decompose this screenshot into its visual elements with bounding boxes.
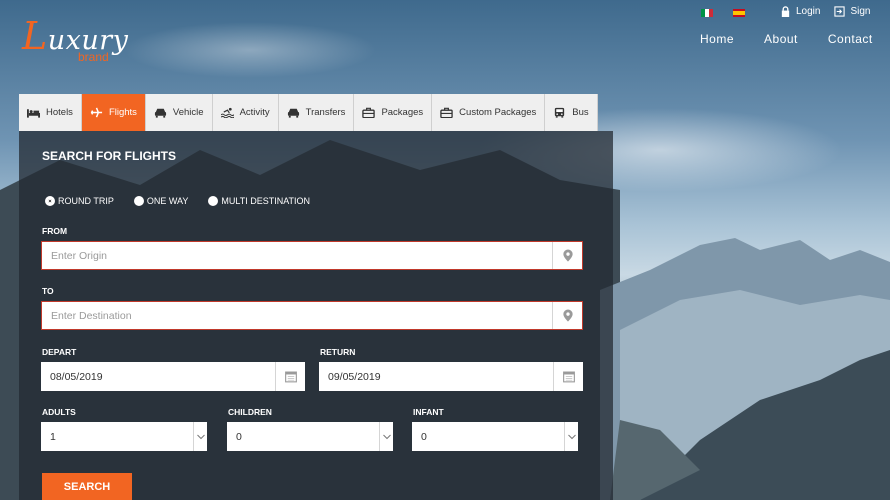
location-pin-icon bbox=[552, 302, 582, 329]
signup-link[interactable]: Sign bbox=[834, 6, 870, 17]
tab-label: Packages bbox=[381, 107, 424, 118]
swim-icon bbox=[220, 107, 234, 118]
children-label: CHILDREN bbox=[228, 407, 272, 417]
car-icon bbox=[287, 108, 299, 118]
tab-label: Hotels bbox=[46, 107, 73, 118]
language-selector bbox=[701, 9, 745, 17]
bed-icon bbox=[27, 109, 40, 118]
tab-label: Vehicle bbox=[172, 107, 204, 118]
suitcase-icon bbox=[362, 107, 376, 118]
chevron-down-icon bbox=[564, 422, 578, 451]
signup-label: Sign bbox=[850, 6, 871, 17]
origin-field[interactable]: Enter Origin bbox=[41, 241, 583, 270]
tab-packages[interactable]: Packages bbox=[354, 94, 433, 131]
tab-label: Flights bbox=[108, 107, 137, 118]
tab-label: Custom Packages bbox=[459, 107, 537, 118]
tab-bus[interactable]: Bus bbox=[545, 94, 598, 131]
return-date-input[interactable]: 09/05/2019 bbox=[319, 371, 553, 383]
italy-flag-icon[interactable] bbox=[701, 9, 713, 17]
children-select[interactable]: 0 bbox=[227, 422, 393, 451]
depart-date-input[interactable]: 08/05/2019 bbox=[41, 371, 275, 383]
infant-label: INFANT bbox=[413, 407, 444, 417]
calendar-icon[interactable] bbox=[553, 362, 583, 391]
login-link[interactable]: Login bbox=[780, 6, 820, 17]
tab-custom-packages[interactable]: Custom Packages bbox=[432, 94, 546, 131]
tab-transfers[interactable]: Transfers bbox=[278, 94, 355, 131]
tab-flights[interactable]: Flights bbox=[81, 94, 146, 131]
panel-title: SEARCH FOR FLIGHTS bbox=[42, 149, 176, 163]
origin-input[interactable]: Enter Origin bbox=[42, 250, 552, 262]
lock-icon bbox=[781, 6, 790, 17]
radio-one-way[interactable]: ONE WAY bbox=[133, 196, 189, 206]
return-label: RETURN bbox=[320, 347, 356, 357]
to-label: TO bbox=[42, 286, 54, 296]
tab-hotels[interactable]: Hotels bbox=[19, 94, 82, 131]
car-icon bbox=[154, 108, 166, 118]
calendar-icon[interactable] bbox=[275, 362, 305, 391]
search-tabs: Hotels Flights Vehicle Activity Transfer… bbox=[19, 94, 598, 131]
trip-type-group: ROUND TRIP ONE WAY MULTI DESTINATION bbox=[45, 196, 310, 206]
infant-value: 0 bbox=[421, 430, 427, 443]
radio-multi-destination[interactable]: MULTI DESTINATION bbox=[208, 196, 310, 206]
chevron-down-icon bbox=[379, 422, 393, 451]
tab-label: Bus bbox=[572, 107, 589, 118]
radio-label: ONE WAY bbox=[146, 196, 189, 206]
radio-label: MULTI DESTINATION bbox=[221, 196, 311, 206]
spain-flag-icon[interactable] bbox=[733, 9, 745, 17]
radio-label: ROUND TRIP bbox=[58, 196, 114, 206]
logo-subtitle: brand bbox=[78, 50, 109, 64]
depart-date-field[interactable]: 08/05/2019 bbox=[41, 362, 305, 391]
infant-select[interactable]: 0 bbox=[412, 422, 578, 451]
destination-field[interactable]: Enter Destination bbox=[41, 301, 583, 330]
radio-unselected-icon bbox=[208, 196, 219, 206]
adults-value: 1 bbox=[50, 430, 56, 443]
sign-in-icon bbox=[834, 6, 846, 17]
login-label: Login bbox=[796, 6, 821, 17]
search-button[interactable]: SEARCH bbox=[42, 473, 132, 500]
depart-label: DEPART bbox=[42, 347, 77, 357]
tab-vehicle[interactable]: Vehicle bbox=[145, 94, 213, 131]
nav-about[interactable]: About bbox=[764, 32, 798, 46]
nav-contact[interactable]: Contact bbox=[828, 32, 873, 46]
from-label: FROM bbox=[42, 226, 68, 236]
radio-round-trip[interactable]: ROUND TRIP bbox=[45, 196, 114, 206]
return-date-field[interactable]: 09/05/2019 bbox=[319, 362, 583, 391]
suitcase-icon bbox=[440, 107, 453, 118]
adults-select[interactable]: 1 bbox=[41, 422, 207, 451]
chevron-down-icon bbox=[193, 422, 207, 451]
location-pin-icon bbox=[552, 242, 582, 269]
adults-label: ADULTS bbox=[42, 407, 76, 417]
account-links: Login Sign bbox=[780, 6, 870, 17]
radio-unselected-icon bbox=[133, 196, 144, 206]
nav-home[interactable]: Home bbox=[700, 32, 734, 46]
main-nav: Home About Contact bbox=[700, 32, 873, 46]
tab-label: Activity bbox=[239, 107, 270, 118]
destination-input[interactable]: Enter Destination bbox=[42, 310, 552, 322]
plane-icon bbox=[90, 107, 103, 118]
radio-selected-icon bbox=[45, 196, 55, 206]
tab-label: Transfers bbox=[305, 107, 346, 118]
logo-initial: L bbox=[22, 14, 48, 58]
brand-logo[interactable]: Luxury brand bbox=[22, 14, 128, 64]
bus-icon bbox=[555, 107, 565, 118]
children-value: 0 bbox=[236, 430, 242, 443]
flight-search-panel: SEARCH FOR FLIGHTS ROUND TRIP ONE WAY MU… bbox=[19, 131, 613, 500]
tab-activity[interactable]: Activity bbox=[212, 94, 279, 131]
